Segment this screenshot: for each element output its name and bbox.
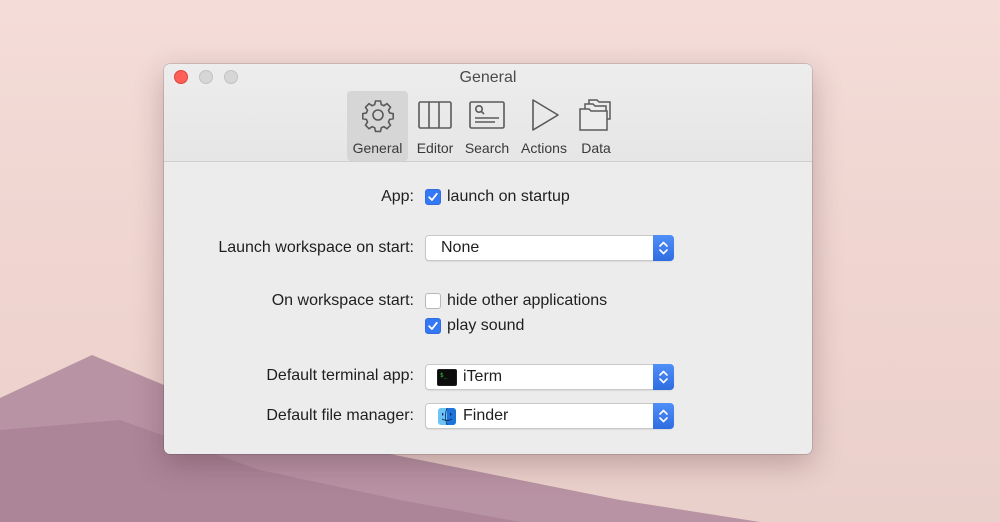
launch-on-startup-text: launch on startup [447, 188, 570, 205]
terminal-app-select[interactable]: $_ iTerm [425, 364, 674, 390]
checkmark-icon [428, 192, 438, 201]
finder-icon [438, 408, 456, 425]
preferences-window: General General Editor Search Actions Da… [164, 64, 812, 454]
terminal-app-value: iTerm [463, 368, 503, 385]
launch-on-startup-checkbox[interactable] [425, 189, 441, 205]
folders-icon [579, 99, 611, 131]
launch-workspace-select[interactable]: None [425, 235, 674, 261]
gear-icon [361, 100, 394, 133]
play-icon [532, 99, 559, 131]
launch-workspace-value: None [441, 239, 480, 256]
launch-on-startup-row[interactable]: launch on startup [425, 188, 605, 208]
tab-editor[interactable]: Editor [410, 91, 460, 161]
tab-search[interactable]: Search [461, 91, 513, 161]
play-sound-checkbox[interactable] [425, 318, 441, 334]
launch-workspace-label: Launch workspace on start: [218, 239, 414, 256]
hide-other-apps-checkbox[interactable] [425, 293, 441, 309]
tab-label: Actions [521, 140, 567, 156]
columns-icon [418, 101, 452, 129]
updown-arrows-icon [653, 403, 674, 429]
tab-label: General [352, 140, 403, 156]
file-manager-select[interactable]: Finder [425, 403, 674, 429]
updown-arrows-icon [653, 364, 674, 390]
terminal-icon: $_ [437, 369, 457, 386]
window-title: General [459, 69, 517, 86]
tab-data[interactable]: Data [576, 91, 616, 161]
terminal-app-label: Default terminal app: [266, 367, 414, 384]
file-manager-value: Finder [463, 407, 509, 424]
tab-label: Editor [416, 140, 454, 156]
tab-actions[interactable]: Actions [516, 91, 572, 161]
tab-label: Search [464, 140, 510, 156]
play-sound-text: play sound [447, 317, 525, 334]
file-manager-label: Default file manager: [266, 407, 414, 424]
tab-general[interactable]: General [347, 91, 408, 161]
titlebar: General General Editor Search Actions Da… [164, 64, 812, 162]
svg-text:$_: $_ [440, 372, 448, 379]
hide-other-apps-text: hide other applications [447, 292, 608, 309]
search-window-icon [469, 101, 505, 129]
hide-other-apps-row[interactable]: hide other applications [425, 292, 625, 312]
tab-label: Data [581, 140, 611, 156]
app-label: App: [381, 188, 414, 205]
play-sound-row[interactable]: play sound [425, 317, 545, 337]
checkmark-icon [428, 321, 438, 330]
updown-arrows-icon [653, 235, 674, 261]
on-workspace-start-label: On workspace start: [271, 292, 414, 309]
